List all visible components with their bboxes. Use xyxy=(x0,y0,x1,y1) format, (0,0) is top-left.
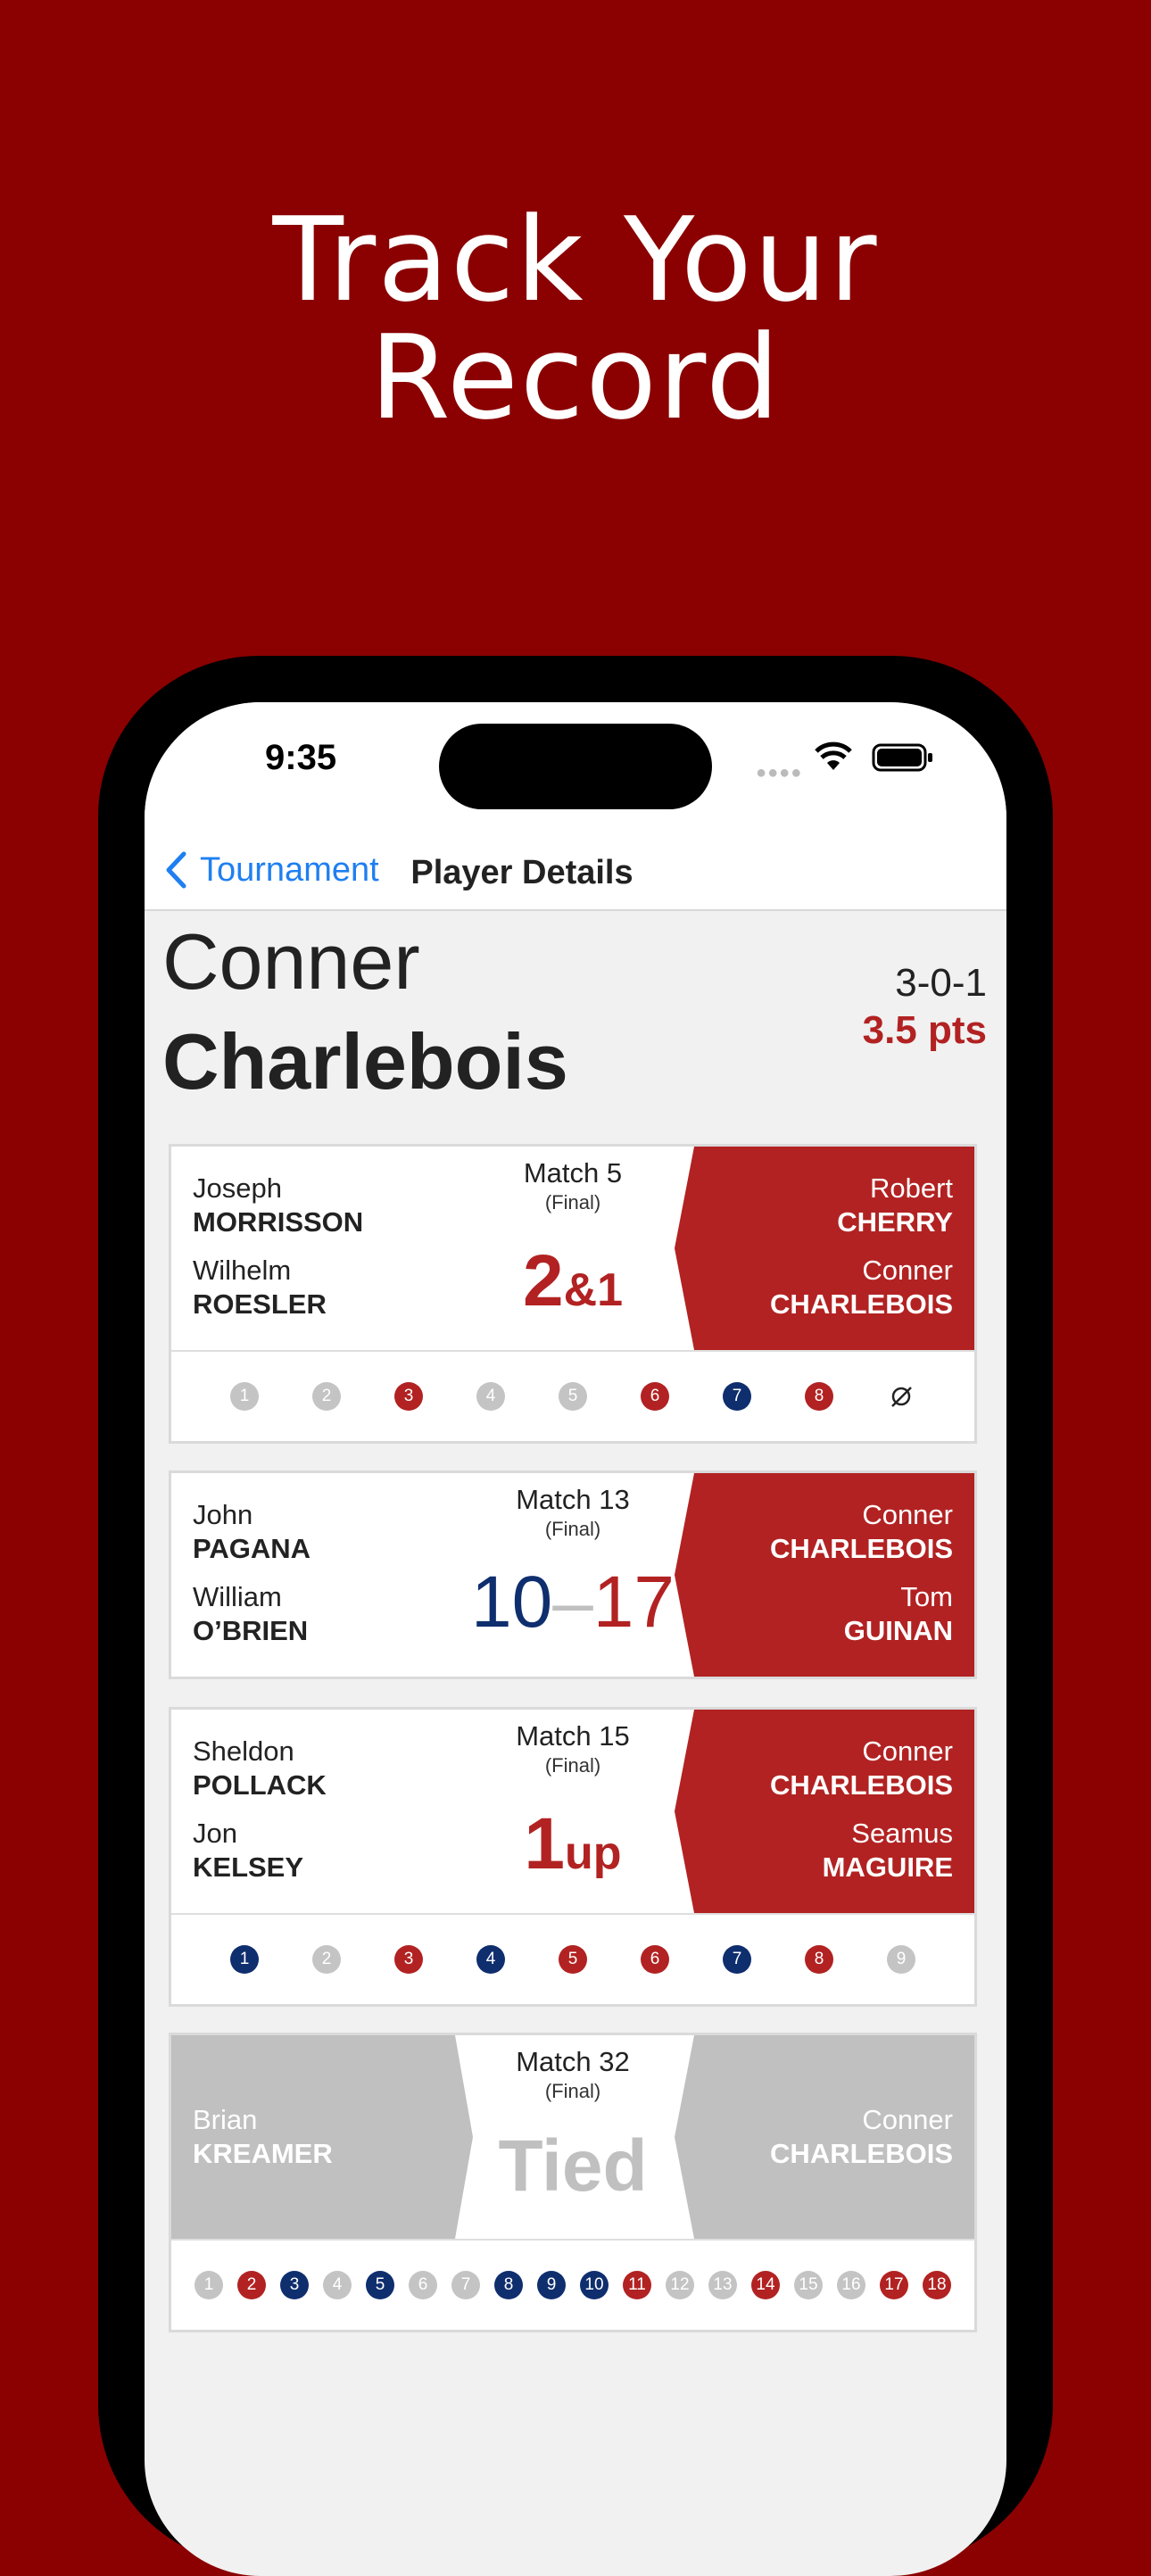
headline-line-2: Record xyxy=(369,310,782,445)
match-result: Tied xyxy=(498,2125,648,2207)
not-played-icon xyxy=(887,1382,915,1411)
hole-dot: 2 xyxy=(237,2271,266,2299)
match-card[interactable]: Brian KREAMER Match 32 (Final) Tied Conn… xyxy=(171,2035,974,2330)
match-title: Match 15 xyxy=(516,1720,630,1752)
hole-dot: 14 xyxy=(751,2271,780,2299)
hole-dot: 2 xyxy=(312,1945,341,1974)
headline: Track Your Record xyxy=(0,201,1151,436)
left-player: Jon KELSEY xyxy=(193,1818,304,1883)
hole-results: 1 2 3 4 5 6 7 8 9 xyxy=(171,1913,974,2004)
right-player: Robert CHERRY xyxy=(837,1172,953,1238)
hole-dot: 7 xyxy=(723,1382,751,1411)
hole-dot: 8 xyxy=(805,1945,833,1974)
right-player: Conner CHARLEBOIS xyxy=(770,1735,953,1801)
match-card[interactable]: Sheldon POLLACK Jon KELSEY Match 15 (Fin… xyxy=(171,1710,974,2004)
hole-dot: 8 xyxy=(494,2271,523,2299)
match-card[interactable]: John PAGANA William O’BRIEN Match 13 (Fi… xyxy=(171,1473,974,1677)
hole-dot: 16 xyxy=(837,2271,865,2299)
match-status: (Final) xyxy=(544,1191,601,1213)
battery-icon xyxy=(872,743,932,772)
match-title: Match 13 xyxy=(516,1484,630,1515)
player-last-name: Charlebois xyxy=(162,1017,568,1106)
hole-dot: 18 xyxy=(923,2271,951,2299)
hole-dot: 7 xyxy=(723,1945,751,1974)
right-player: Conner CHARLEBOIS xyxy=(770,1499,953,1564)
match-status: (Final) xyxy=(544,1518,601,1540)
hole-dot: 3 xyxy=(394,1382,423,1411)
match-result: 1up xyxy=(524,1803,622,1884)
left-player: Sheldon POLLACK xyxy=(193,1735,327,1801)
hole-dot: 6 xyxy=(641,1945,669,1974)
hole-dot: 4 xyxy=(323,2271,352,2299)
left-player: Joseph MORRISSON xyxy=(193,1172,364,1238)
player-points: 3.5 pts xyxy=(862,1008,987,1052)
hole-dot: 7 xyxy=(451,2271,480,2299)
status-bar: 9:35 ●●●● xyxy=(145,702,1006,836)
hole-dot: 3 xyxy=(394,1945,423,1974)
phone-screen: 9:35 ●●●● Tournament Player Details Conn… xyxy=(145,702,1006,2576)
match-title: Match 5 xyxy=(523,1157,623,1189)
hole-dot: 13 xyxy=(708,2271,737,2299)
hole-dot: 6 xyxy=(409,2271,437,2299)
hole-dot: 11 xyxy=(623,2271,651,2299)
headline-line-1: Track Your xyxy=(272,192,879,327)
hole-dot: 9 xyxy=(537,2271,566,2299)
hole-dot: 8 xyxy=(805,1382,833,1411)
hole-dot: 5 xyxy=(366,2271,394,2299)
hole-results: 1 2 3 4 5 6 7 8 xyxy=(171,1350,974,1441)
hole-dot: 3 xyxy=(280,2271,309,2299)
match-score: 10–17 xyxy=(470,1561,675,1643)
match-status: (Final) xyxy=(544,2080,601,2102)
cellular-signal-icon: ●●●● xyxy=(756,763,803,783)
hole-dot: 10 xyxy=(580,2271,609,2299)
status-time: 9:35 xyxy=(265,738,337,777)
hole-dot: 17 xyxy=(880,2271,908,2299)
page-title: Player Details xyxy=(410,854,633,891)
hole-dot: 4 xyxy=(476,1382,505,1411)
hole-dot: 1 xyxy=(195,2271,223,2299)
dynamic-island xyxy=(439,724,712,809)
match-status: (Final) xyxy=(544,1754,601,1777)
hole-dot: 1 xyxy=(230,1945,259,1974)
match-title: Match 32 xyxy=(516,2046,630,2077)
navigation-bar: Tournament Player Details xyxy=(145,836,1006,911)
left-player: Brian KREAMER xyxy=(193,2104,333,2169)
hole-dot: 4 xyxy=(476,1945,505,1974)
hole-results: 1 2 3 4 5 6 7 8 9 10 11 12 13 14 15 16 17 18 xyxy=(171,2239,974,2330)
right-player: Conner CHARLEBOIS xyxy=(770,1255,953,1320)
right-player: Tom GUINAN xyxy=(843,1581,953,1646)
hole-dot: 6 xyxy=(641,1382,669,1411)
left-player: William O’BRIEN xyxy=(193,1581,309,1646)
left-player: Wilhelm ROESLER xyxy=(193,1255,327,1320)
right-player: Conner CHARLEBOIS xyxy=(770,2104,953,2169)
hole-dot: 12 xyxy=(666,2271,694,2299)
player-record: 3-0-1 xyxy=(895,961,987,1005)
hole-dot: 1 xyxy=(230,1382,259,1411)
hole-dot: 15 xyxy=(794,2271,823,2299)
hole-dot: 9 xyxy=(887,1945,915,1974)
player-first-name: Conner xyxy=(162,917,420,1006)
match-result: 2&1 xyxy=(522,1240,624,1321)
wifi-icon xyxy=(815,741,852,770)
hole-dot: 5 xyxy=(559,1382,587,1411)
hole-dot: 2 xyxy=(312,1382,341,1411)
match-card[interactable]: Joseph MORRISSON Wilhelm ROESLER Match 5… xyxy=(171,1147,974,1441)
hole-dot: 5 xyxy=(559,1945,587,1974)
right-player: Seamus MAGUIRE xyxy=(822,1818,953,1883)
left-player: John PAGANA xyxy=(193,1499,311,1564)
